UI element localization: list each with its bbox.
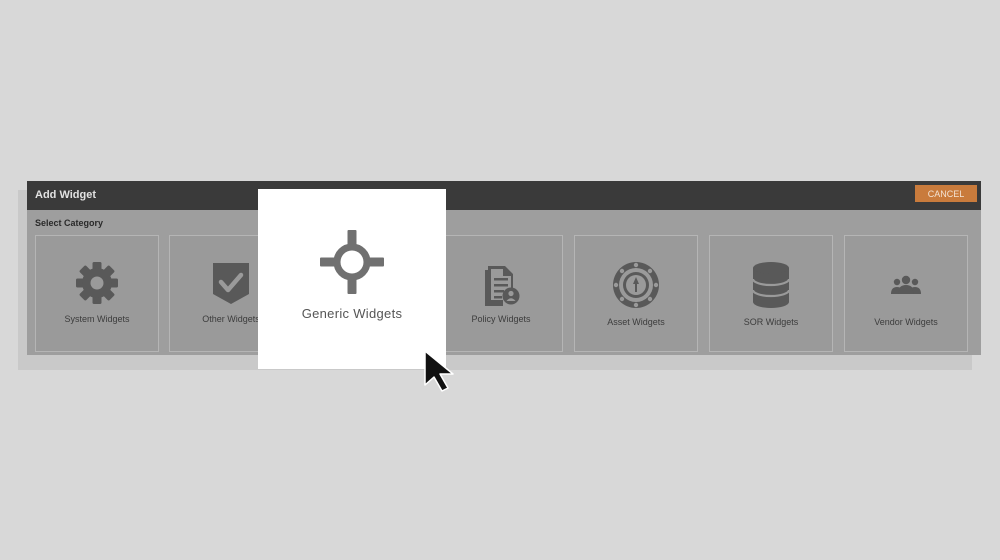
category-card-sor-widgets[interactable]: SOR Widgets — [709, 235, 833, 352]
database-icon — [710, 260, 832, 310]
asset-wheel-icon — [575, 260, 697, 310]
category-label: Generic Widgets — [301, 306, 403, 321]
category-card-system-widgets[interactable]: System Widgets — [35, 235, 159, 352]
category-label: Policy Widgets — [471, 314, 531, 324]
select-category-label: Select Category — [35, 218, 104, 228]
crosshair-icon — [258, 229, 446, 295]
users-group-icon — [845, 274, 967, 296]
policy-document-icon — [440, 264, 562, 306]
category-card-policy-widgets[interactable]: Policy Widgets — [439, 235, 563, 352]
category-label: Asset Widgets — [607, 317, 665, 327]
gear-icon — [36, 260, 158, 306]
category-label: SOR Widgets — [743, 317, 799, 327]
dialog-title: Add Widget — [35, 189, 96, 201]
category-card-asset-widgets[interactable]: Asset Widgets — [574, 235, 698, 352]
cancel-button[interactable]: CANCEL — [915, 185, 977, 202]
category-label: System Widgets — [64, 314, 130, 324]
add-widget-dialog: Add Widget CANCEL Select Category System… — [27, 181, 981, 355]
dialog-titlebar: Add Widget CANCEL — [27, 181, 981, 210]
category-label: Vendor Widgets — [874, 317, 938, 327]
mouse-pointer-icon — [423, 349, 461, 398]
category-card-vendor-widgets[interactable]: Vendor Widgets — [844, 235, 968, 352]
category-card-generic-widgets[interactable]: Generic Widgets — [258, 189, 446, 369]
